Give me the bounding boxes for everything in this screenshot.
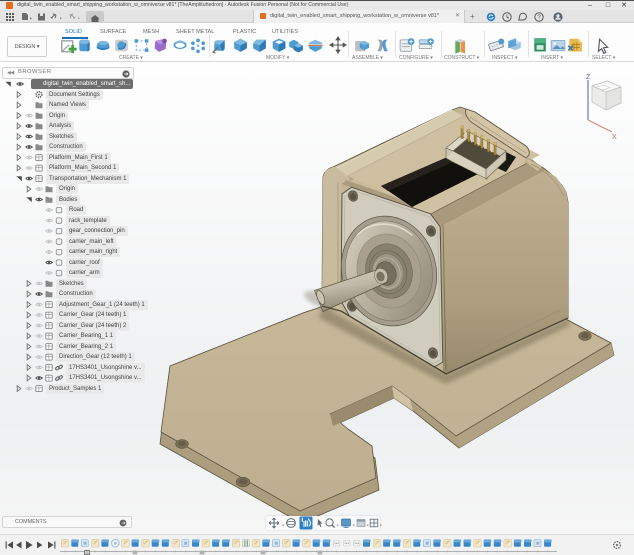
svg-text:X: X xyxy=(612,134,617,141)
svg-text:Z: Z xyxy=(586,74,591,81)
